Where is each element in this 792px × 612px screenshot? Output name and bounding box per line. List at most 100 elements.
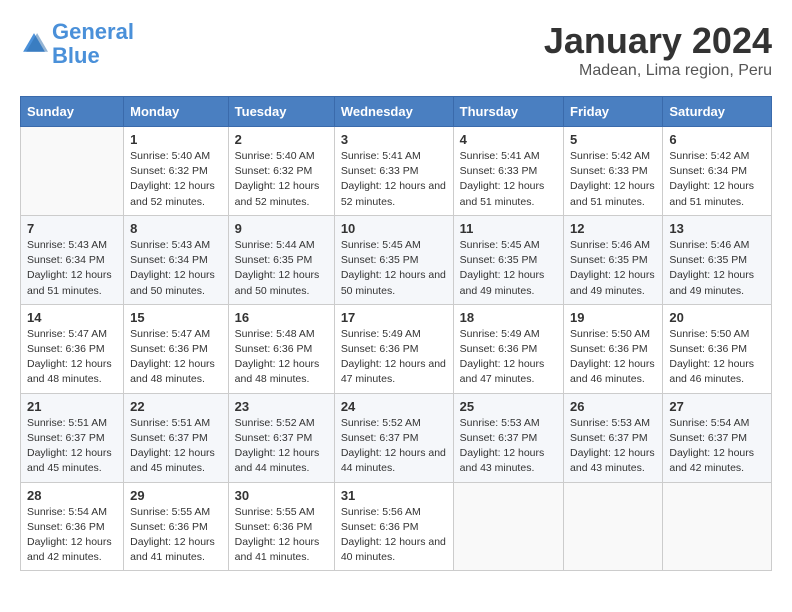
day-number: 6 [669, 132, 765, 147]
day-number: 30 [235, 488, 328, 503]
day-cell [564, 482, 663, 571]
day-cell: 6 Sunrise: 5:42 AMSunset: 6:34 PMDaylight… [663, 127, 772, 216]
day-info: Sunrise: 5:48 AMSunset: 6:36 PMDaylight:… [235, 327, 328, 388]
day-cell: 13 Sunrise: 5:46 AMSunset: 6:35 PMDayligh… [663, 215, 772, 304]
day-number: 16 [235, 310, 328, 325]
day-info: Sunrise: 5:43 AMSunset: 6:34 PMDaylight:… [27, 238, 117, 299]
day-info: Sunrise: 5:54 AMSunset: 6:37 PMDaylight:… [669, 416, 765, 477]
day-cell: 29 Sunrise: 5:55 AMSunset: 6:36 PMDayligh… [124, 482, 229, 571]
day-number: 26 [570, 399, 656, 414]
week-row-1: 1 Sunrise: 5:40 AMSunset: 6:32 PMDaylight… [21, 127, 772, 216]
day-info: Sunrise: 5:44 AMSunset: 6:35 PMDaylight:… [235, 238, 328, 299]
day-info: Sunrise: 5:50 AMSunset: 6:36 PMDaylight:… [570, 327, 656, 388]
day-cell: 25 Sunrise: 5:53 AMSunset: 6:37 PMDayligh… [453, 393, 563, 482]
day-cell: 23 Sunrise: 5:52 AMSunset: 6:37 PMDayligh… [228, 393, 334, 482]
day-number: 10 [341, 221, 447, 236]
day-cell: 3 Sunrise: 5:41 AMSunset: 6:33 PMDaylight… [334, 127, 453, 216]
day-cell [663, 482, 772, 571]
day-number: 1 [130, 132, 222, 147]
day-cell: 7 Sunrise: 5:43 AMSunset: 6:34 PMDaylight… [21, 215, 124, 304]
day-cell: 31Sunrise: 5:56 AMSunset: 6:36 PMDayligh… [334, 482, 453, 571]
day-info: Sunrise: 5:47 AMSunset: 6:36 PMDaylight:… [27, 327, 117, 388]
day-number: 21 [27, 399, 117, 414]
day-number: 27 [669, 399, 765, 414]
day-info: Sunrise: 5:43 AMSunset: 6:34 PMDaylight:… [130, 238, 222, 299]
day-info: Sunrise: 5:53 AMSunset: 6:37 PMDaylight:… [570, 416, 656, 477]
month-title: January 2024 [544, 20, 772, 62]
day-cell: 2 Sunrise: 5:40 AMSunset: 6:32 PMDaylight… [228, 127, 334, 216]
day-info: Sunrise: 5:53 AMSunset: 6:37 PMDaylight:… [460, 416, 557, 477]
day-info: Sunrise: 5:42 AMSunset: 6:34 PMDaylight:… [669, 149, 765, 210]
day-number: 2 [235, 132, 328, 147]
day-info: Sunrise: 5:52 AMSunset: 6:37 PMDaylight:… [235, 416, 328, 477]
logo-line2: Blue [52, 43, 100, 68]
day-cell: 18Sunrise: 5:49 AMSunset: 6:36 PMDayligh… [453, 304, 563, 393]
day-number: 28 [27, 488, 117, 503]
day-info: Sunrise: 5:51 AMSunset: 6:37 PMDaylight:… [27, 416, 117, 477]
day-info: Sunrise: 5:41 AMSunset: 6:33 PMDaylight:… [341, 149, 447, 210]
day-number: 25 [460, 399, 557, 414]
day-cell: 30 Sunrise: 5:55 AMSunset: 6:36 PMDayligh… [228, 482, 334, 571]
day-cell: 22Sunrise: 5:51 AMSunset: 6:37 PMDayligh… [124, 393, 229, 482]
day-cell: 28 Sunrise: 5:54 AMSunset: 6:36 PMDayligh… [21, 482, 124, 571]
day-info: Sunrise: 5:51 AMSunset: 6:37 PMDaylight:… [130, 416, 222, 477]
day-cell [21, 127, 124, 216]
day-cell: 15Sunrise: 5:47 AMSunset: 6:36 PMDayligh… [124, 304, 229, 393]
day-cell [453, 482, 563, 571]
calendar-header-row: SundayMondayTuesdayWednesdayThursdayFrid… [21, 97, 772, 127]
day-number: 19 [570, 310, 656, 325]
day-info: Sunrise: 5:46 AMSunset: 6:35 PMDaylight:… [570, 238, 656, 299]
day-info: Sunrise: 5:41 AMSunset: 6:33 PMDaylight:… [460, 149, 557, 210]
day-number: 12 [570, 221, 656, 236]
day-info: Sunrise: 5:40 AMSunset: 6:32 PMDaylight:… [130, 149, 222, 210]
day-cell: 9 Sunrise: 5:44 AMSunset: 6:35 PMDaylight… [228, 215, 334, 304]
day-info: Sunrise: 5:52 AMSunset: 6:37 PMDaylight:… [341, 416, 447, 477]
page-header: General Blue January 2024 Madean, Lima r… [20, 20, 772, 80]
day-number: 3 [341, 132, 447, 147]
day-number: 29 [130, 488, 222, 503]
day-info: Sunrise: 5:46 AMSunset: 6:35 PMDaylight:… [669, 238, 765, 299]
logo-icon [20, 30, 48, 58]
day-cell: 20Sunrise: 5:50 AMSunset: 6:36 PMDayligh… [663, 304, 772, 393]
col-header-saturday: Saturday [663, 97, 772, 127]
day-cell: 26 Sunrise: 5:53 AMSunset: 6:37 PMDayligh… [564, 393, 663, 482]
day-cell: 19 Sunrise: 5:50 AMSunset: 6:36 PMDayligh… [564, 304, 663, 393]
col-header-wednesday: Wednesday [334, 97, 453, 127]
day-number: 7 [27, 221, 117, 236]
day-number: 23 [235, 399, 328, 414]
day-info: Sunrise: 5:54 AMSunset: 6:36 PMDaylight:… [27, 505, 117, 566]
day-cell: 11Sunrise: 5:45 AMSunset: 6:35 PMDayligh… [453, 215, 563, 304]
day-number: 14 [27, 310, 117, 325]
col-header-monday: Monday [124, 97, 229, 127]
day-cell: 12 Sunrise: 5:46 AMSunset: 6:35 PMDayligh… [564, 215, 663, 304]
day-info: Sunrise: 5:55 AMSunset: 6:36 PMDaylight:… [235, 505, 328, 566]
day-info: Sunrise: 5:42 AMSunset: 6:33 PMDaylight:… [570, 149, 656, 210]
day-cell: 4Sunrise: 5:41 AMSunset: 6:33 PMDaylight… [453, 127, 563, 216]
day-cell: 1 Sunrise: 5:40 AMSunset: 6:32 PMDaylight… [124, 127, 229, 216]
logo-text: General Blue [52, 20, 134, 68]
day-number: 18 [460, 310, 557, 325]
day-number: 13 [669, 221, 765, 236]
day-number: 5 [570, 132, 656, 147]
week-row-2: 7 Sunrise: 5:43 AMSunset: 6:34 PMDaylight… [21, 215, 772, 304]
day-info: Sunrise: 5:50 AMSunset: 6:36 PMDaylight:… [669, 327, 765, 388]
day-cell: 10 Sunrise: 5:45 AMSunset: 6:35 PMDayligh… [334, 215, 453, 304]
day-number: 31 [341, 488, 447, 503]
day-cell: 8 Sunrise: 5:43 AMSunset: 6:34 PMDaylight… [124, 215, 229, 304]
day-number: 9 [235, 221, 328, 236]
day-number: 17 [341, 310, 447, 325]
location-subtitle: Madean, Lima region, Peru [544, 62, 772, 80]
col-header-friday: Friday [564, 97, 663, 127]
title-block: January 2024 Madean, Lima region, Peru [544, 20, 772, 80]
day-cell: 21 Sunrise: 5:51 AMSunset: 6:37 PMDayligh… [21, 393, 124, 482]
day-cell: 14 Sunrise: 5:47 AMSunset: 6:36 PMDayligh… [21, 304, 124, 393]
day-info: Sunrise: 5:40 AMSunset: 6:32 PMDaylight:… [235, 149, 328, 210]
logo-line1: General [52, 19, 134, 44]
calendar-table: SundayMondayTuesdayWednesdayThursdayFrid… [20, 96, 772, 571]
day-info: Sunrise: 5:55 AMSunset: 6:36 PMDaylight:… [130, 505, 222, 566]
col-header-tuesday: Tuesday [228, 97, 334, 127]
day-info: Sunrise: 5:45 AMSunset: 6:35 PMDaylight:… [341, 238, 447, 299]
week-row-3: 14 Sunrise: 5:47 AMSunset: 6:36 PMDayligh… [21, 304, 772, 393]
week-row-4: 21 Sunrise: 5:51 AMSunset: 6:37 PMDayligh… [21, 393, 772, 482]
day-number: 8 [130, 221, 222, 236]
